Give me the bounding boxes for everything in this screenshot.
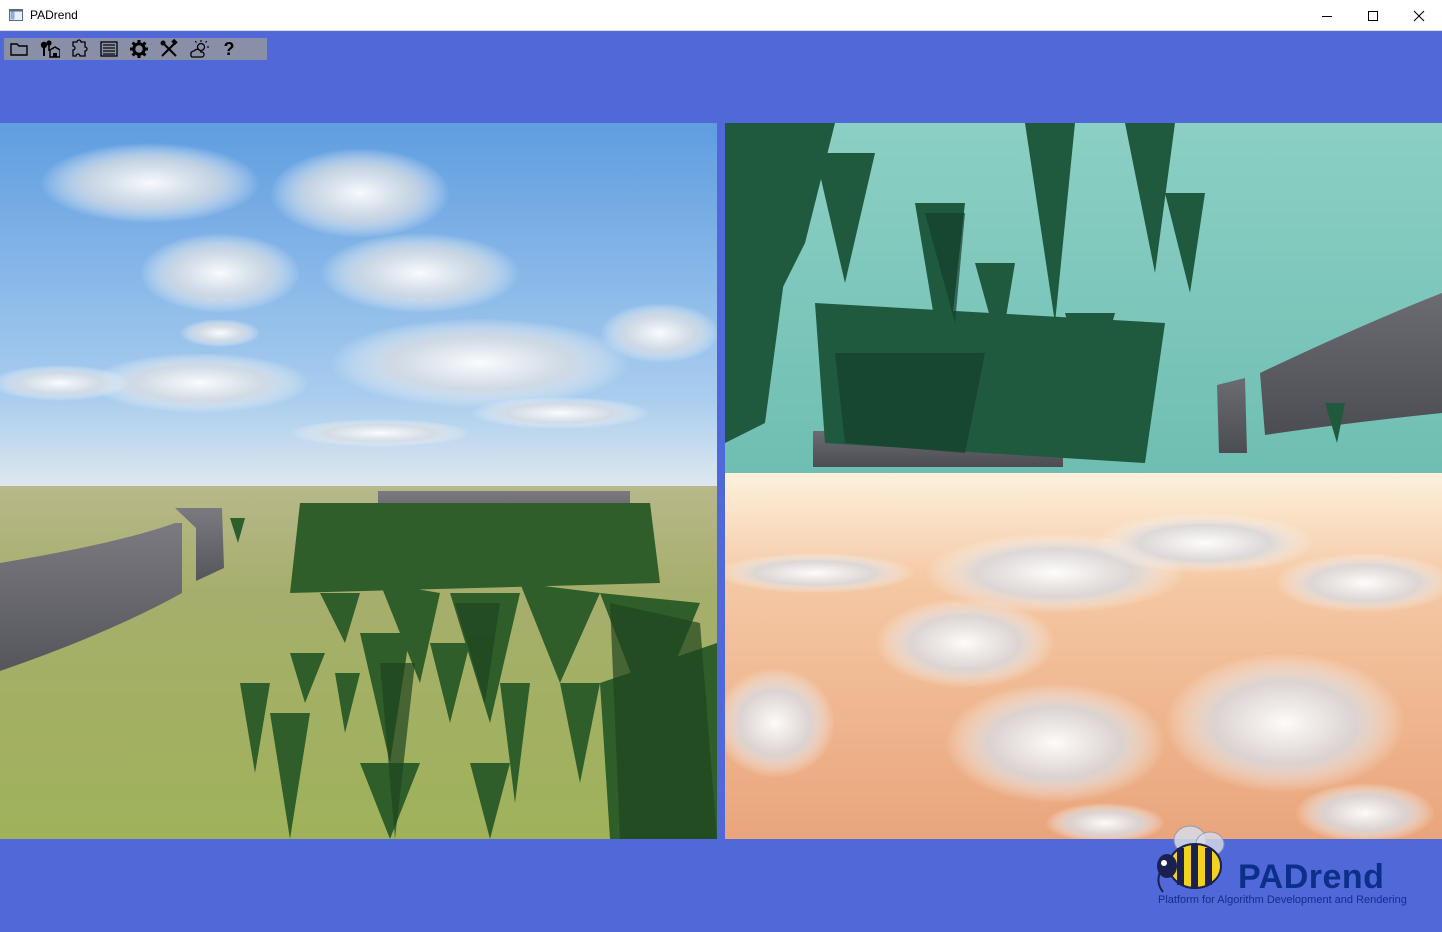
settings-gear-icon [129,39,149,59]
logo-title: PADrend [1238,858,1385,896]
close-icon [1413,10,1425,22]
scene-tree-icon [38,39,60,59]
window-titlebar: PADrend [0,0,1442,31]
window-title: PADrend [30,8,78,22]
scene-tree-button[interactable] [34,38,64,60]
help-button[interactable]: ? [214,38,244,60]
bee-mascot-icon [1155,822,1239,899]
left-viewport-render[interactable] [0,123,717,839]
logo-subtitle: Platform for Algorithm Development and R… [1158,894,1407,906]
main-toolbar: ? [4,38,267,60]
right-viewport-render[interactable] [725,123,1442,839]
app-window-icon [9,8,23,22]
list-button[interactable] [94,38,124,60]
left-scene-image [0,123,717,839]
plugins-icon [69,39,89,59]
open-folder-icon [9,40,29,58]
close-button[interactable] [1396,0,1442,31]
environment-button[interactable] [184,38,214,60]
minimize-icon [1321,10,1333,22]
plugins-button[interactable] [64,38,94,60]
maximize-button[interactable] [1350,0,1396,31]
open-file-button[interactable] [4,38,34,60]
tools-button[interactable] [154,38,184,60]
help-question-icon: ? [223,38,235,59]
environment-weather-icon [188,39,210,59]
right-scene-image [725,123,1442,839]
settings-button[interactable] [124,38,154,60]
minimize-button[interactable] [1304,0,1350,31]
tools-icon [159,39,179,59]
list-icon [99,40,119,58]
maximize-icon [1367,10,1379,22]
padrend-logo: PADrend Platform for Algorithm Developme… [1155,822,1425,912]
